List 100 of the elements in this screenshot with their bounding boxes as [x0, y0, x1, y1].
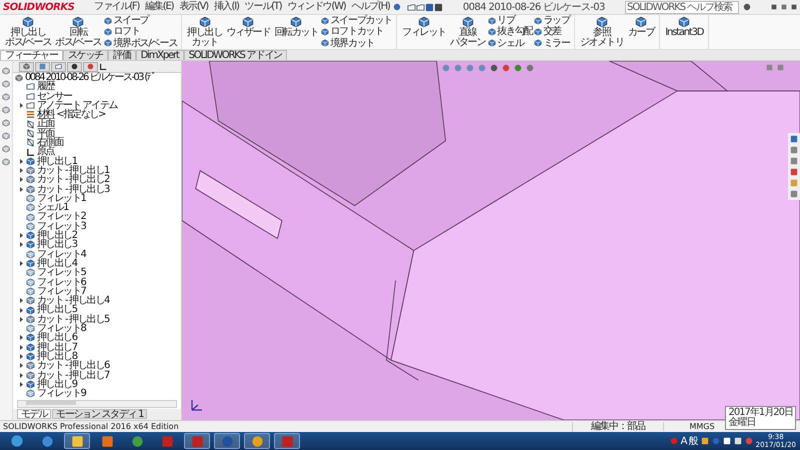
ribbon-button[interactable]: ウィザード [225, 15, 272, 49]
expand-arrow-icon[interactable] [20, 261, 23, 266]
ribbon-button[interactable]: ロフトカット [321, 26, 392, 38]
tree-item[interactable]: 材料 <指定なし> [37, 110, 106, 120]
tree-item[interactable]: センサー [37, 92, 72, 101]
expand-arrow-icon[interactable] [20, 382, 23, 387]
ribbon-button[interactable]: 境界カット [321, 38, 392, 49]
ribbon-button[interactable]: 交差 [534, 26, 570, 38]
tree-item[interactable]: シェル1 [37, 203, 68, 212]
tree-item[interactable]: カット - 押し出し3 [37, 184, 110, 194]
taskbar-app[interactable] [274, 433, 300, 449]
ribbon-button[interactable]: フィレット [400, 15, 447, 49]
tree-item[interactable]: フィレット7 [37, 286, 86, 296]
expand-arrow-icon[interactable] [20, 177, 23, 182]
ribbon-button[interactable]: ラップ [534, 15, 570, 26]
expand-arrow-icon[interactable] [20, 316, 23, 322]
expand-arrow-icon[interactable] [20, 335, 23, 340]
ribbon-button[interactable]: リブ [488, 15, 532, 26]
ribbon-button[interactable]: スイープ [104, 15, 178, 26]
tree-item[interactable]: カット - 押し出し1 [37, 166, 110, 176]
tree-item[interactable]: 押し出し9 [37, 380, 77, 390]
tree-item[interactable]: 押し出し4 [37, 258, 77, 268]
tree-item[interactable]: 右側面 [37, 138, 64, 148]
ribbon-tab[interactable]: SOLIDWORKS アドイン [184, 50, 287, 60]
tree-item[interactable]: 押し出し1 [37, 156, 77, 166]
tree-item[interactable]: フィレット4 [37, 250, 86, 259]
ribbon-button[interactable]: 回転カット [273, 15, 320, 49]
ribbon-tab[interactable]: フィーチャー [0, 50, 63, 60]
menu-item[interactable]: 挿入(I) [210, 1, 242, 13]
expand-arrow-icon[interactable] [20, 186, 23, 192]
ribbon-button[interactable]: スイープカット [321, 15, 392, 26]
ribbon-button[interactable]: 回転 ボス/ベース [54, 15, 102, 49]
configuration-tab[interactable] [51, 62, 66, 72]
taskbar-app[interactable] [244, 433, 270, 449]
tree-item[interactable]: カット - 押し出し2 [37, 175, 110, 185]
tree-item[interactable]: 正面 [37, 119, 54, 129]
expand-arrow-icon[interactable] [20, 308, 23, 313]
ribbon-tab[interactable]: 評価 [108, 50, 136, 60]
tree-item[interactable]: フィレット2 [37, 212, 86, 222]
taskbar-app[interactable] [214, 433, 240, 449]
cube-icon [26, 156, 35, 166]
tree-item[interactable]: フィレット1 [37, 194, 86, 204]
edition-text: SOLIDWORKS Professional 2016 x64 Edition [2, 422, 180, 431]
tree-item[interactable]: カット - 押し出し7 [37, 370, 110, 380]
ribbon-button[interactable]: ミラー [534, 38, 570, 49]
ribbon-button[interactable]: Instant3D [664, 15, 704, 49]
expand-arrow-icon[interactable] [20, 168, 23, 174]
taskbar-app[interactable] [184, 433, 210, 449]
ribbon-button[interactable]: 直線 パターン [448, 15, 486, 49]
tree-item[interactable]: 履歴 [37, 82, 54, 92]
tree-item[interactable]: 平面 [37, 128, 54, 138]
menu-item[interactable]: ウィンドウ(W) [284, 1, 349, 13]
tree-item[interactable]: 押し出し2 [37, 231, 77, 240]
tree-item[interactable]: 押し出し6 [37, 333, 77, 343]
tree-item[interactable]: 押し出し5 [37, 305, 77, 315]
dimxpert-tab[interactable] [67, 62, 82, 72]
bottom-tab[interactable]: モーション スタディ 1 [52, 409, 148, 419]
menu-item[interactable]: ヘルプ(H) [348, 1, 393, 13]
expand-arrow-icon[interactable] [20, 298, 23, 304]
ribbon-tab[interactable]: スケッチ [62, 50, 108, 60]
horizontal-scrollbar[interactable] [17, 400, 177, 408]
tree-item[interactable]: 押し出し3 [37, 240, 77, 250]
ribbon-button[interactable]: ロフト [104, 26, 178, 38]
tree-item[interactable]: 押し出し7 [37, 342, 77, 352]
ribbon-button[interactable]: 参照 ジオメトリ [578, 15, 625, 49]
ribbon-button[interactable]: 押し出し ボス/ベース [4, 15, 52, 49]
ribbon-button[interactable]: シェル [488, 38, 532, 49]
menu-item[interactable]: 編集(E) [142, 1, 176, 13]
ribbon-button[interactable]: 境界ボス/ベース [104, 38, 178, 49]
menu-item[interactable]: ツール(T) [242, 1, 284, 13]
tree-item[interactable]: フィレット6 [37, 278, 86, 287]
expand-arrow-icon[interactable] [20, 372, 23, 378]
expand-arrow-icon[interactable] [20, 354, 23, 360]
expand-arrow-icon[interactable] [20, 233, 23, 238]
taskbar-app[interactable] [64, 433, 90, 449]
appearance-tab[interactable] [83, 62, 98, 72]
menu-item[interactable]: ファイル(F) [91, 1, 142, 13]
ribbon-tab[interactable]: DimXpert [136, 50, 184, 60]
tree-item[interactable]: フィレット5 [37, 268, 86, 278]
expand-arrow-icon[interactable] [20, 158, 23, 164]
tree-item[interactable]: 押し出し8 [37, 352, 77, 362]
ribbon-button[interactable]: 抜き勾配 [488, 26, 532, 38]
expand-arrow-icon[interactable] [20, 363, 23, 368]
feature-manager-tab[interactable] [19, 62, 34, 72]
ribbon-button[interactable]: カーブ [626, 15, 656, 49]
tree-item[interactable]: 原点 [37, 147, 54, 157]
expand-arrow-icon[interactable] [20, 344, 23, 350]
cube-icon [26, 380, 35, 389]
tree-item[interactable]: カット - 押し出し5 [37, 314, 110, 324]
expand-arrow-icon[interactable] [20, 103, 23, 108]
tree-item[interactable]: カット - 押し出し4 [37, 296, 110, 306]
menu-item[interactable]: 表示(V) [176, 1, 211, 13]
tree-root[interactable]: 0084 2010-08-26 ビルケース-03 (ﾃﾞ [25, 73, 156, 82]
bottom-tab[interactable]: モデル [17, 409, 52, 419]
expand-arrow-icon[interactable] [20, 242, 23, 248]
ime-indicator[interactable]: A 般 [680, 434, 698, 448]
cube-icon [321, 39, 330, 48]
ribbon-button[interactable]: 押し出し カット [186, 15, 224, 49]
tree-item[interactable]: カット - 押し出し6 [37, 361, 110, 370]
tree-item[interactable]: フィレット9 [37, 389, 86, 398]
